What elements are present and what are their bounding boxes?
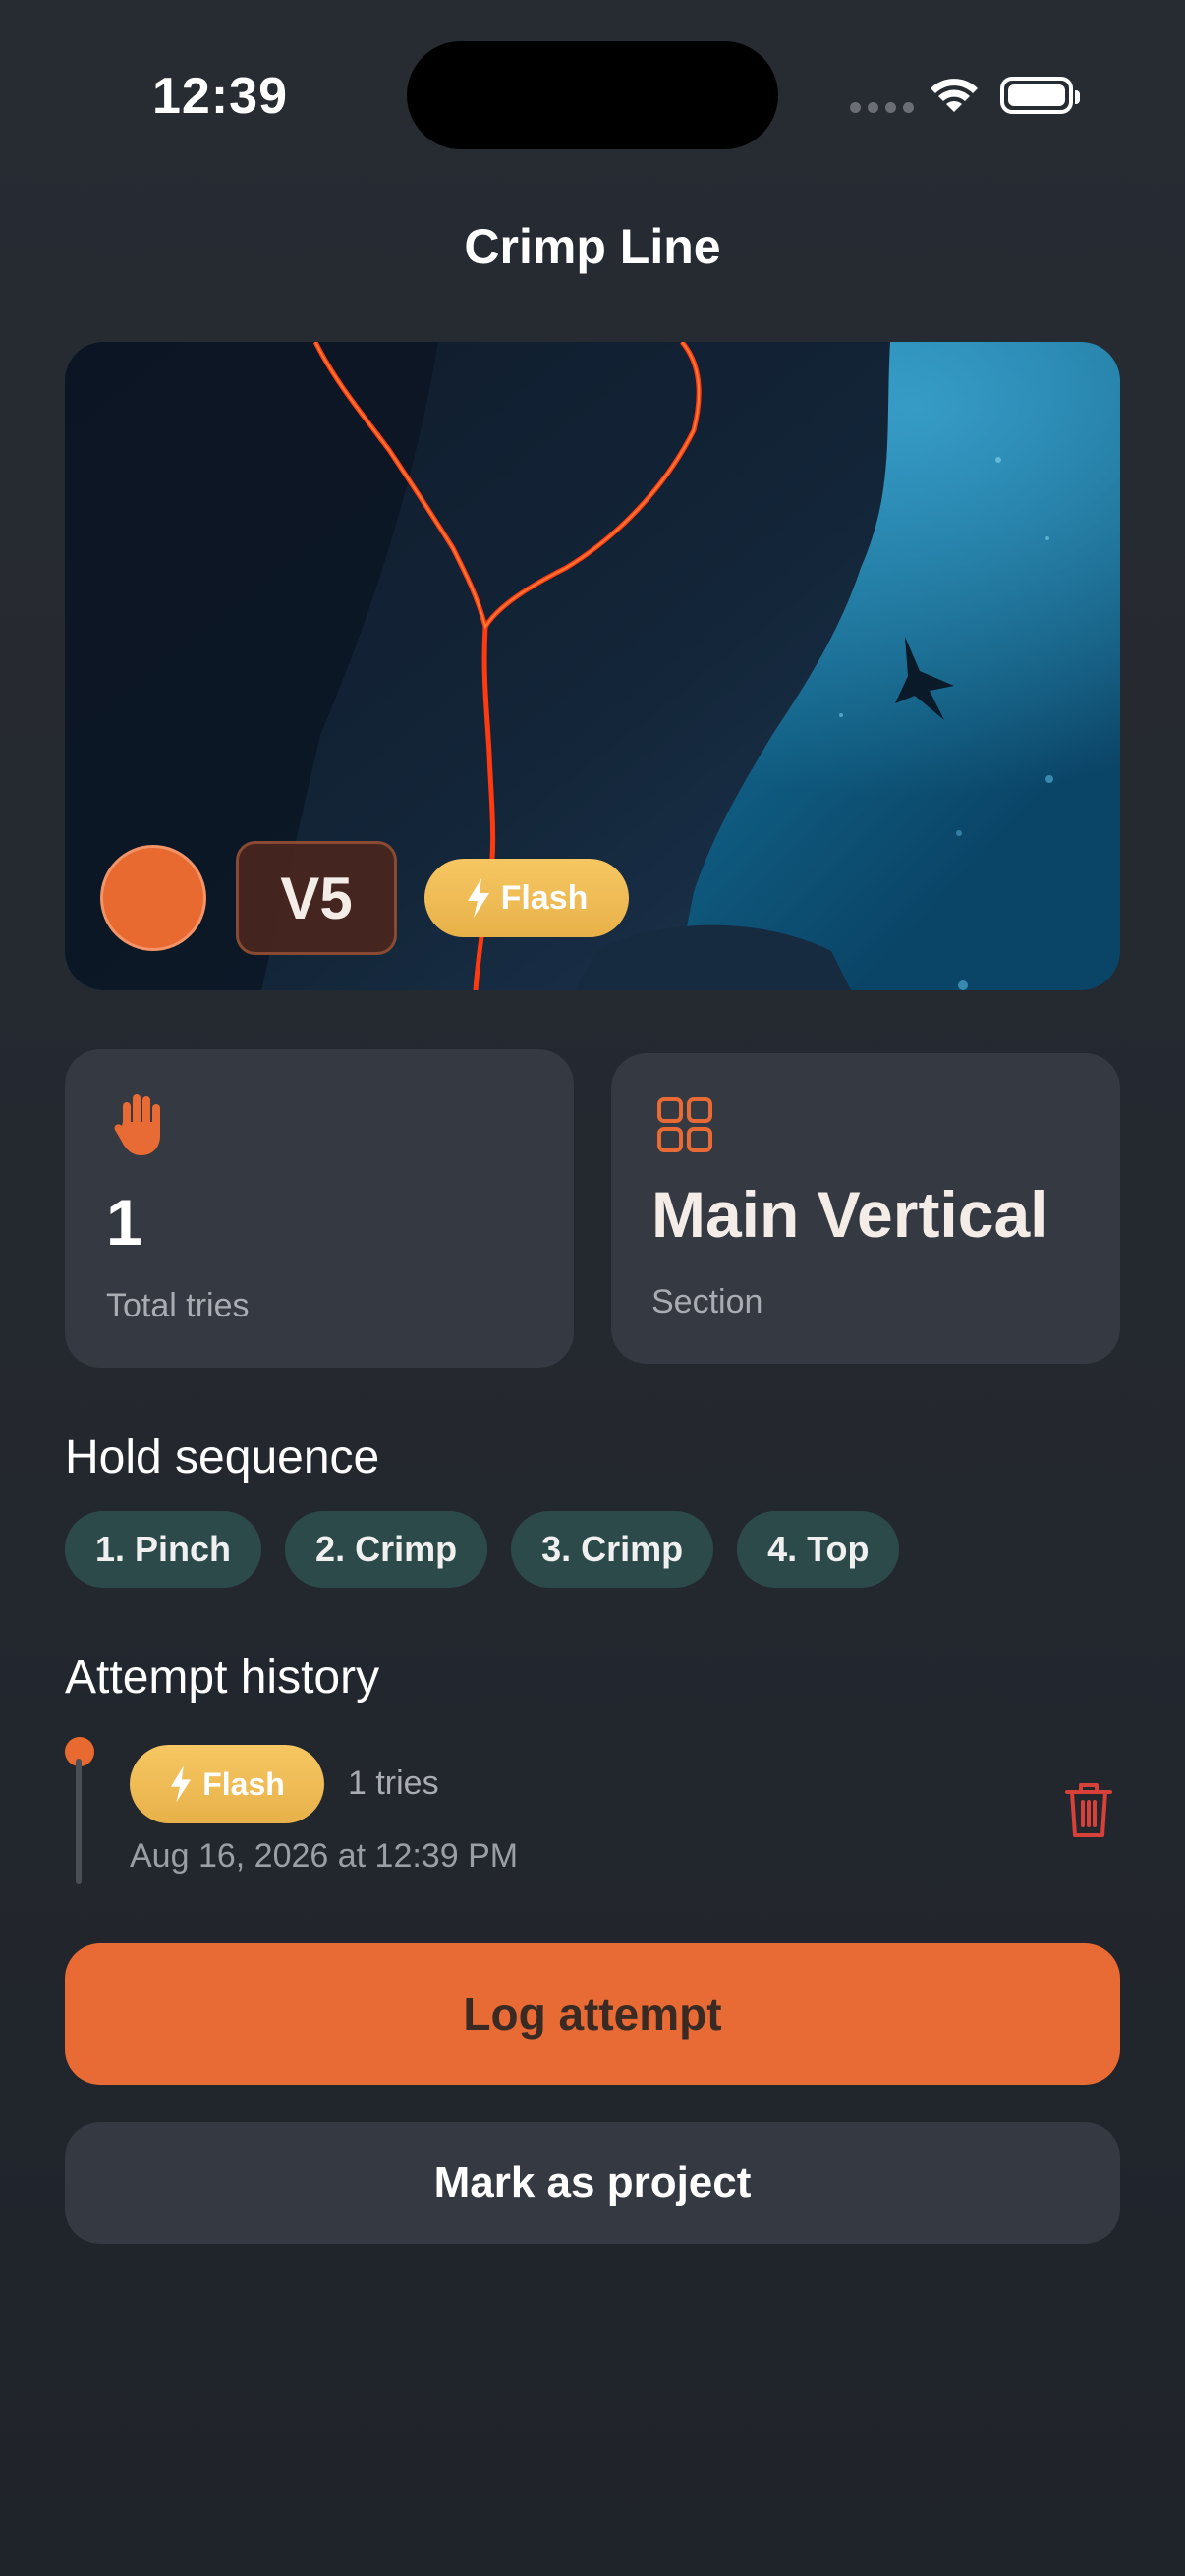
attempt-flash-badge: Flash bbox=[130, 1745, 324, 1823]
page-title: Crimp Line bbox=[464, 219, 721, 274]
log-attempt-button[interactable]: Log attempt bbox=[65, 1943, 1120, 2085]
battery-icon bbox=[1000, 77, 1080, 114]
status-time: 12:39 bbox=[152, 68, 288, 125]
lightning-icon bbox=[467, 878, 489, 918]
hold-chip[interactable]: 3. Crimp bbox=[511, 1511, 714, 1588]
hold-sequence-list: 1. Pinch 2. Crimp 3. Crimp 4. Top bbox=[65, 1511, 900, 1588]
cellular-signal-icon bbox=[850, 102, 914, 113]
flash-badge: Flash bbox=[424, 859, 629, 937]
grade-badge: V5 bbox=[236, 841, 397, 955]
hold-chip[interactable]: 4. Top bbox=[737, 1511, 900, 1588]
total-tries-label: Total tries bbox=[106, 1287, 250, 1324]
grid-icon bbox=[657, 1097, 712, 1152]
section-value: Main Vertical bbox=[651, 1178, 1048, 1251]
trash-icon[interactable] bbox=[1064, 1780, 1113, 1839]
attempt-history-heading: Attempt history bbox=[65, 1652, 380, 1704]
hold-sequence-heading: Hold sequence bbox=[65, 1431, 380, 1484]
timeline-line bbox=[76, 1759, 82, 1884]
section-label: Section bbox=[651, 1283, 763, 1320]
flash-badge-label: Flash bbox=[500, 878, 589, 917]
lightning-icon bbox=[171, 1765, 192, 1803]
hold-color-swatch bbox=[100, 845, 206, 951]
attempt-date: Aug 16, 2026 at 12:39 PM bbox=[130, 1837, 519, 1875]
attempt-type-label: Flash bbox=[202, 1765, 285, 1802]
attempt-tries: 1 tries bbox=[348, 1764, 439, 1802]
mark-project-button[interactable]: Mark as project bbox=[65, 2122, 1120, 2244]
hand-icon bbox=[114, 1094, 160, 1155]
hold-chip[interactable]: 2. Crimp bbox=[285, 1511, 488, 1588]
dynamic-island bbox=[407, 41, 778, 149]
wifi-icon bbox=[931, 79, 978, 112]
hold-chip[interactable]: 1. Pinch bbox=[65, 1511, 262, 1588]
total-tries-value: 1 bbox=[106, 1186, 142, 1259]
